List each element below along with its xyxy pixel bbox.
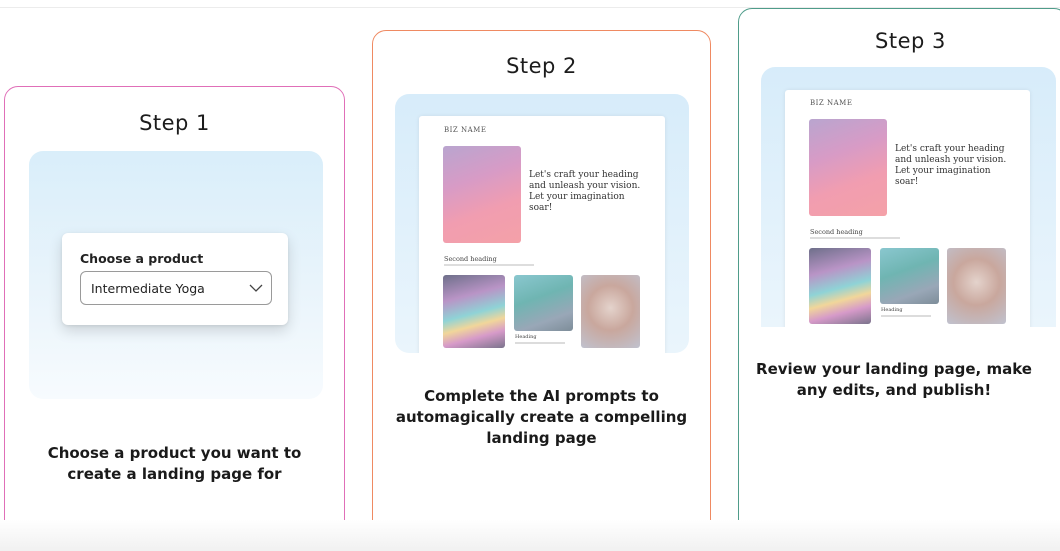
mock-thumbnail — [809, 248, 871, 324]
step-1-preview: Choose a product Intermediate Yoga — [29, 151, 323, 399]
mock-biz-name: BIZ NAME — [810, 99, 853, 107]
mock-thumbnail-heading: Heading — [515, 334, 537, 340]
step-1-title: Step 1 — [139, 111, 210, 135]
step-2-description: Complete the AI prompts to automagically… — [395, 387, 688, 447]
product-chooser-popup: Choose a product Intermediate Yoga — [62, 233, 288, 325]
mock-hero-image — [443, 146, 521, 243]
mock-hero-text: Let's craft your heading and unleash you… — [895, 144, 1007, 187]
mock-hero-image — [809, 119, 887, 216]
chevron-down-icon — [249, 284, 263, 292]
step-3-preview: BIZ NAME Let's craft your heading and un… — [761, 67, 1056, 327]
mock-subtext-line — [444, 264, 534, 266]
step-3-title: Step 3 — [875, 29, 946, 53]
step-3-description: Review your landing page, make any edits… — [756, 360, 1032, 399]
landing-page-mock: BIZ NAME Let's craft your heading and un… — [419, 116, 665, 353]
step-2-preview: BIZ NAME Let's craft your heading and un… — [395, 94, 689, 353]
mock-subtext-line — [810, 237, 900, 239]
mock-thumbnail — [443, 275, 505, 348]
product-chooser-label: Choose a product — [80, 251, 204, 266]
step-1-description: Choose a product you want to create a la… — [47, 444, 302, 483]
mock-thumbnail-heading: Heading — [881, 307, 903, 313]
landing-page-mock: BIZ NAME Let's craft your heading and un… — [785, 90, 1030, 327]
step-2-card: Step 2 BIZ NAME Let's craft your heading… — [372, 30, 711, 539]
mock-thumbnail — [880, 248, 939, 304]
mock-second-heading: Second heading — [810, 228, 863, 236]
mock-thumbnail — [947, 248, 1006, 324]
mock-biz-name: BIZ NAME — [444, 126, 487, 134]
mock-second-heading: Second heading — [444, 255, 497, 263]
mock-thumbnail-text-line — [515, 342, 565, 344]
step-1-card: Step 1 Choose a product Intermediate Yog… — [4, 86, 345, 539]
bottom-shadow — [0, 520, 1060, 551]
step-3-card: Step 3 BIZ NAME Let's craft your heading… — [738, 8, 1060, 539]
product-select-value: Intermediate Yoga — [91, 281, 205, 296]
mock-thumbnail — [581, 275, 640, 348]
mock-hero-text: Let's craft your heading and unleash you… — [529, 170, 641, 213]
product-select[interactable]: Intermediate Yoga — [80, 271, 272, 305]
mock-thumbnail-text-line — [881, 315, 931, 317]
step-2-title: Step 2 — [506, 54, 577, 78]
mock-thumbnail — [514, 275, 573, 331]
